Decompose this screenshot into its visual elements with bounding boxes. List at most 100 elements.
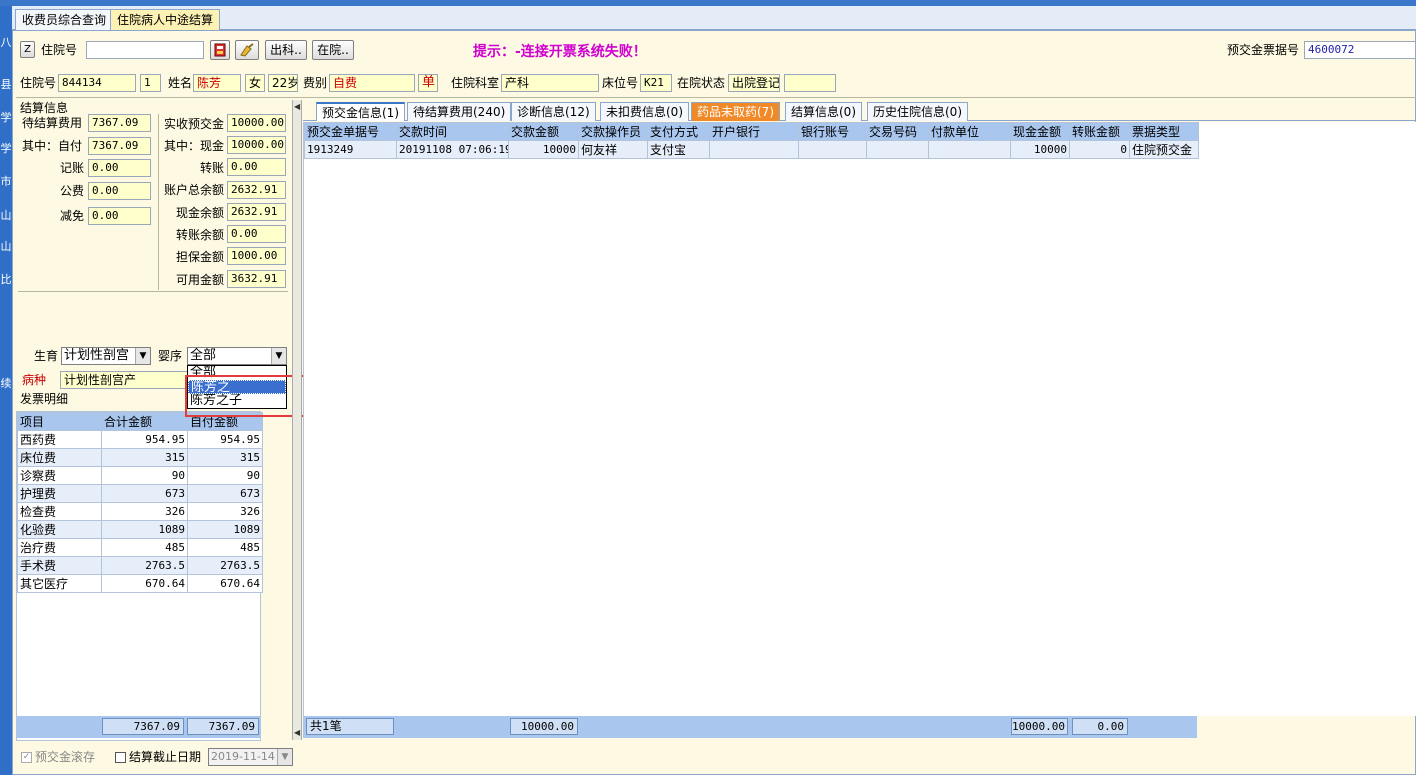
cutoff-label: 结算截止日期 <box>129 750 202 764</box>
patient-age-field: 22岁 <box>268 74 298 92</box>
clear-button[interactable] <box>235 40 259 60</box>
birth-select-value: 计划性剖宫 <box>64 348 130 363</box>
prepay-receipt-field[interactable]: 4600072 <box>1304 41 1416 59</box>
prepay-footer: 共1笔 10000.00 10000.00 0.00 <box>303 716 1197 738</box>
invoice-item-cell: 护理费 <box>17 484 102 503</box>
chevron-down-icon[interactable]: ▼ <box>277 749 292 765</box>
left-strip-char: 山 <box>0 240 12 253</box>
invoice-row[interactable]: 西药费 954.95 954.95 <box>17 430 263 449</box>
prepay-cell <box>866 140 929 159</box>
prepay-transfer-cell: 0.00 <box>1072 718 1128 735</box>
status-extra-field <box>784 74 836 92</box>
transfer-field: 0.00 <box>227 158 286 176</box>
tab-pending-fees[interactable]: 待结算费用(240) <box>407 102 512 121</box>
prepay-store-checkbox[interactable]: ✓ <box>21 752 32 763</box>
broom-icon <box>240 43 254 57</box>
chevron-down-icon[interactable]: ▼ <box>271 348 286 364</box>
invoice-table: 项目 合计金额 自付金额 西药费 954.95 954.95 床位费 315 315 诊察费… <box>17 412 263 593</box>
invoice-self-cell: 90 <box>187 466 263 485</box>
fee-type-label: 费别 <box>303 76 328 90</box>
prepay-cell <box>709 140 799 159</box>
invoice-col-item[interactable]: 项目 <box>17 412 102 431</box>
cash-field: 10000.00 <box>227 136 286 154</box>
invoice-col-total[interactable]: 合计金额 <box>101 412 188 431</box>
pending-fee-field: 7367.09 <box>88 114 151 132</box>
baby-order-select[interactable]: 全部 ▼ <box>187 347 287 365</box>
account-label: 记账 <box>59 161 84 175</box>
invoice-row[interactable]: 其它医疗 670.64 670.64 <box>17 574 263 593</box>
z-button[interactable]: Z <box>20 41 35 58</box>
dept-label: 住院科室 <box>451 76 500 90</box>
settlement-divider <box>18 291 288 292</box>
cutoff-date-picker[interactable]: 2019-11-14 ▼ <box>208 748 293 766</box>
discount-field: 0.00 <box>88 207 151 225</box>
tab-uncharged[interactable]: 未扣费信息(0) <box>600 102 689 121</box>
invoice-item-cell: 西药费 <box>17 430 102 449</box>
tab-midway-settlement[interactable]: 住院病人中途结算 <box>110 9 221 30</box>
invoice-row[interactable]: 床位费 315 315 <box>17 448 263 467</box>
tab-settlement-info[interactable]: 结算信息(0) <box>785 102 862 121</box>
card-reader-button[interactable] <box>210 40 230 60</box>
left-strip-char: 比 <box>0 273 12 286</box>
tab-cashier-query[interactable]: 收费员综合查询 <box>15 9 114 30</box>
panel-splitter[interactable]: ◀ ◀ <box>292 100 302 740</box>
tab-history[interactable]: 历史住院信息(0) <box>867 102 968 121</box>
error-hint: 提示：-连接开票系统失败！ <box>473 44 647 60</box>
prepay-col-header[interactable]: 开户银行 <box>709 122 799 141</box>
invoice-item-cell: 治疗费 <box>17 538 102 557</box>
single-badge: 单 <box>418 74 438 92</box>
discharge-button[interactable]: 出科.. <box>265 40 307 60</box>
patient-seq-field: 1 <box>140 74 161 92</box>
invoice-row[interactable]: 治疗费 485 485 <box>17 538 263 557</box>
received-prepay-label: 实收预交金 <box>163 117 224 131</box>
prepay-col-header[interactable]: 交款时间 <box>396 122 509 141</box>
prepay-col-header[interactable]: 预交金单据号 <box>304 122 397 141</box>
invoice-item-cell: 手术费 <box>17 556 102 575</box>
prepay-col-header[interactable]: 银行账号 <box>798 122 867 141</box>
prepay-col-header[interactable]: 转账金额 <box>1069 122 1130 141</box>
invoice-row[interactable]: 护理费 673 673 <box>17 484 263 503</box>
prepay-col-header[interactable]: 支付方式 <box>647 122 710 141</box>
tab-drug-unpicked[interactable]: 药品未取药(7) <box>691 102 780 121</box>
left-strip-char: 山 <box>0 209 12 222</box>
invoice-row[interactable]: 手术费 2763.5 2763.5 <box>17 556 263 575</box>
disease-label: 病种 <box>22 373 47 387</box>
inhospital-button[interactable]: 在院.. <box>312 40 354 60</box>
prepay-row[interactable]: 1913249 20191108 07:06:19 10000 何友祥 支付宝 10000… <box>304 140 1199 159</box>
invoice-row[interactable]: 检查费 326 326 <box>17 502 263 521</box>
prepay-col-header[interactable]: 交款金额 <box>508 122 579 141</box>
prepay-col-header[interactable]: 交易号码 <box>866 122 929 141</box>
arrow-left-icon[interactable]: ◀ <box>294 728 301 737</box>
cutoff-checkbox[interactable] <box>115 752 126 763</box>
prepay-cell: 1913249 <box>304 140 397 159</box>
invoice-panel: 项目 合计金额 自付金额 西药费 954.95 954.95 床位费 315 315 诊察费… <box>16 411 263 741</box>
chevron-down-icon[interactable]: ▼ <box>135 348 150 364</box>
prepay-cell: 10000 <box>508 140 579 159</box>
invoice-item-cell: 化验费 <box>17 520 102 539</box>
prepay-cell: 何友祥 <box>578 140 648 159</box>
cash-balance-field: 2632.91 <box>227 203 286 221</box>
bed-label: 床位号 <box>602 76 639 90</box>
prepay-store-label: 预交金滚存 <box>35 750 96 764</box>
prepay-cash-cell: 10000.00 <box>1011 718 1068 735</box>
invoice-row[interactable]: 诊察费 90 90 <box>17 466 263 485</box>
tab-prepay-info[interactable]: 预交金信息(1) <box>316 102 405 121</box>
left-strip-char: 市 <box>0 175 12 188</box>
birth-label: 生育 <box>34 349 59 363</box>
prepay-cell: 0 <box>1069 140 1130 159</box>
fee-type-field: 自费 <box>329 74 415 92</box>
prepay-col-header[interactable]: 付款单位 <box>928 122 1011 141</box>
invoice-total-cell: 954.95 <box>101 430 188 449</box>
tab-diagnosis[interactable]: 诊断信息(12) <box>511 102 596 121</box>
prepay-col-header[interactable]: 交款操作员 <box>578 122 648 141</box>
disease-field: 计划性剖宫产 <box>60 371 188 389</box>
bed-field: K21 <box>640 74 672 92</box>
invoice-total-cell: 90 <box>101 466 188 485</box>
left-strip-char: 县 <box>0 78 12 91</box>
prepay-col-header[interactable]: 现金金额 <box>1010 122 1070 141</box>
inpatient-search-input[interactable] <box>86 41 204 59</box>
birth-select[interactable]: 计划性剖宫 ▼ <box>61 347 151 365</box>
prepay-col-header[interactable]: 票据类型 <box>1129 122 1199 141</box>
arrow-left-icon[interactable]: ◀ <box>294 102 301 111</box>
invoice-row[interactable]: 化验费 1089 1089 <box>17 520 263 539</box>
